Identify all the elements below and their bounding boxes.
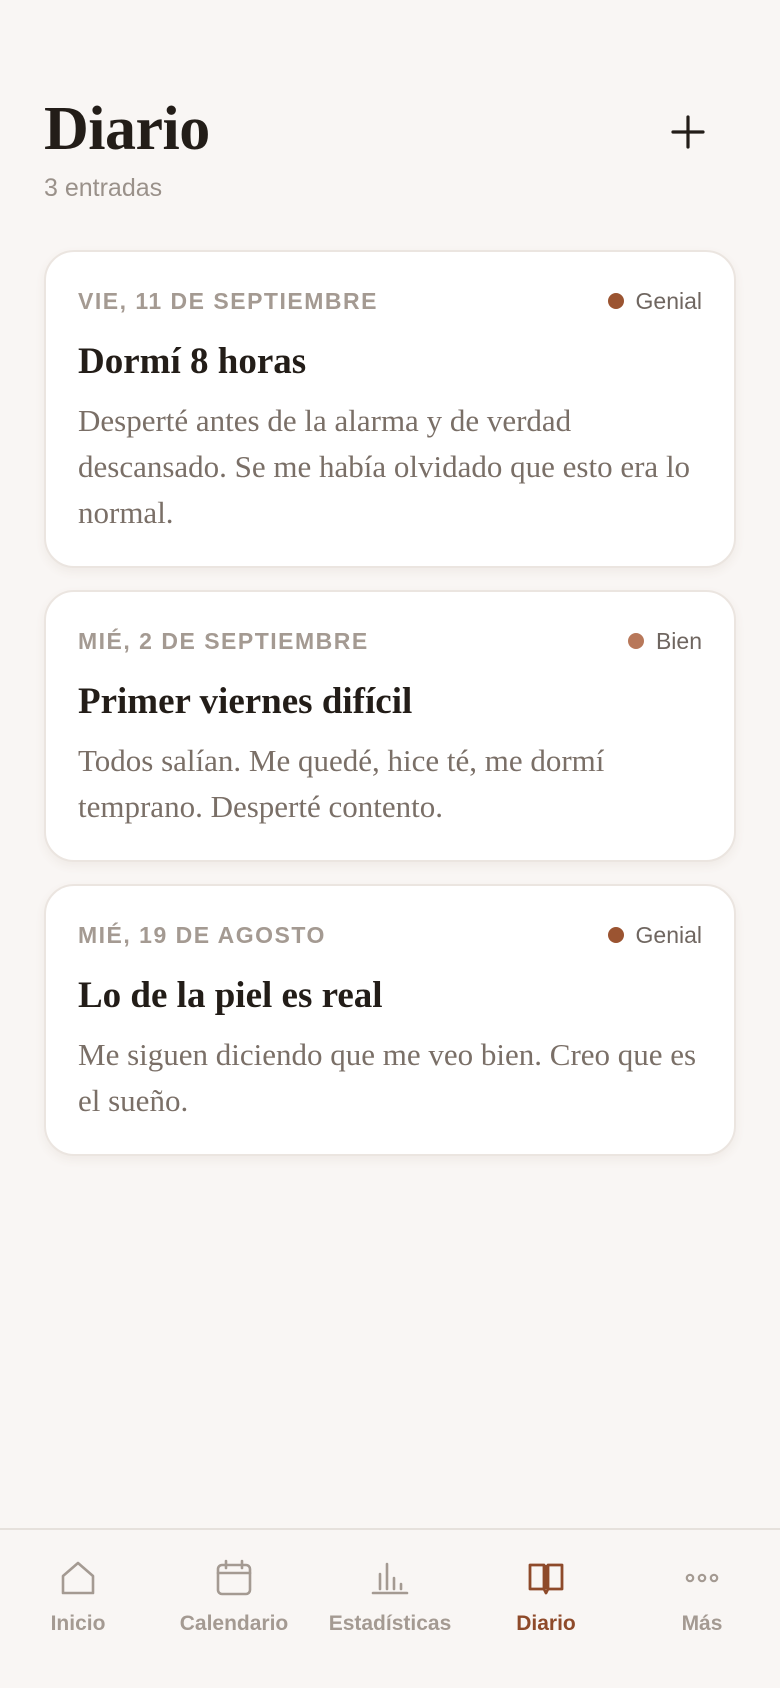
entry-list: VIE, 11 DE SEPTIEMBRE Genial Dormí 8 hor… xyxy=(44,250,736,1178)
tab-bar: Inicio Calendario Estadísticas Diario Má… xyxy=(0,1528,780,1688)
entry-body: Me siguen diciendo que me veo bien. Creo… xyxy=(78,1037,697,1118)
tab-diario[interactable]: Diario xyxy=(468,1530,624,1688)
entry-meta: VIE, 11 DE SEPTIEMBRE Genial xyxy=(78,284,702,318)
tab-calendario[interactable]: Calendario xyxy=(156,1530,312,1688)
book-icon xyxy=(526,1558,566,1598)
tab-label: Inicio xyxy=(50,1612,106,1635)
home-icon xyxy=(58,1558,98,1598)
entry-title: Dormí 8 horas xyxy=(78,341,307,382)
entry-card[interactable]: MIÉ, 19 DE AGOSTO Genial Lo de la piel e… xyxy=(44,884,736,1156)
mood-badge: Genial xyxy=(607,287,702,315)
entry-count: 3 entradas xyxy=(44,174,163,202)
calendar-icon xyxy=(214,1558,254,1598)
entry-title: Lo de la piel es real xyxy=(78,975,383,1016)
tab-estadisticas[interactable]: Estadísticas xyxy=(312,1530,468,1688)
mood-dot-icon xyxy=(607,927,624,943)
mood-badge: Genial xyxy=(607,921,702,949)
mood-badge: Bien xyxy=(627,627,702,655)
add-entry-button[interactable] xyxy=(662,106,714,158)
entry-body: Desperté antes de la alarma y de verdad … xyxy=(78,403,691,530)
mood-label: Genial xyxy=(635,287,702,314)
entry-title: Primer viernes difícil xyxy=(78,681,413,722)
entry-date: MIÉ, 19 DE AGOSTO xyxy=(78,921,326,948)
mood-dot-icon xyxy=(627,633,644,649)
mood-dot-icon xyxy=(607,293,624,309)
bar-chart-icon xyxy=(370,1558,410,1598)
entry-meta: MIÉ, 19 DE AGOSTO Genial xyxy=(78,918,702,952)
tab-label: Diario xyxy=(516,1612,576,1635)
plus-icon xyxy=(671,115,705,149)
mood-label: Genial xyxy=(635,921,702,948)
more-icon xyxy=(682,1558,722,1598)
tab-label: Calendario xyxy=(179,1612,289,1635)
header: Diario 3 entradas xyxy=(44,92,736,203)
tab-inicio[interactable]: Inicio xyxy=(0,1530,156,1688)
entry-date: VIE, 11 DE SEPTIEMBRE xyxy=(78,287,378,314)
entry-date: MIÉ, 2 DE SEPTIEMBRE xyxy=(78,627,369,654)
mood-label: Bien xyxy=(655,627,702,654)
tab-label: Más xyxy=(681,1612,723,1635)
entry-meta: MIÉ, 2 DE SEPTIEMBRE Bien xyxy=(78,624,702,658)
entry-card[interactable]: MIÉ, 2 DE SEPTIEMBRE Bien Primer viernes… xyxy=(44,590,736,862)
page-title: Diario xyxy=(44,95,210,163)
tab-label: Estadísticas xyxy=(328,1612,452,1635)
entry-body: Todos salían. Me quedé, hice té, me dorm… xyxy=(78,743,605,824)
entry-card[interactable]: VIE, 11 DE SEPTIEMBRE Genial Dormí 8 hor… xyxy=(44,250,736,568)
tab-mas[interactable]: Más xyxy=(624,1530,780,1688)
